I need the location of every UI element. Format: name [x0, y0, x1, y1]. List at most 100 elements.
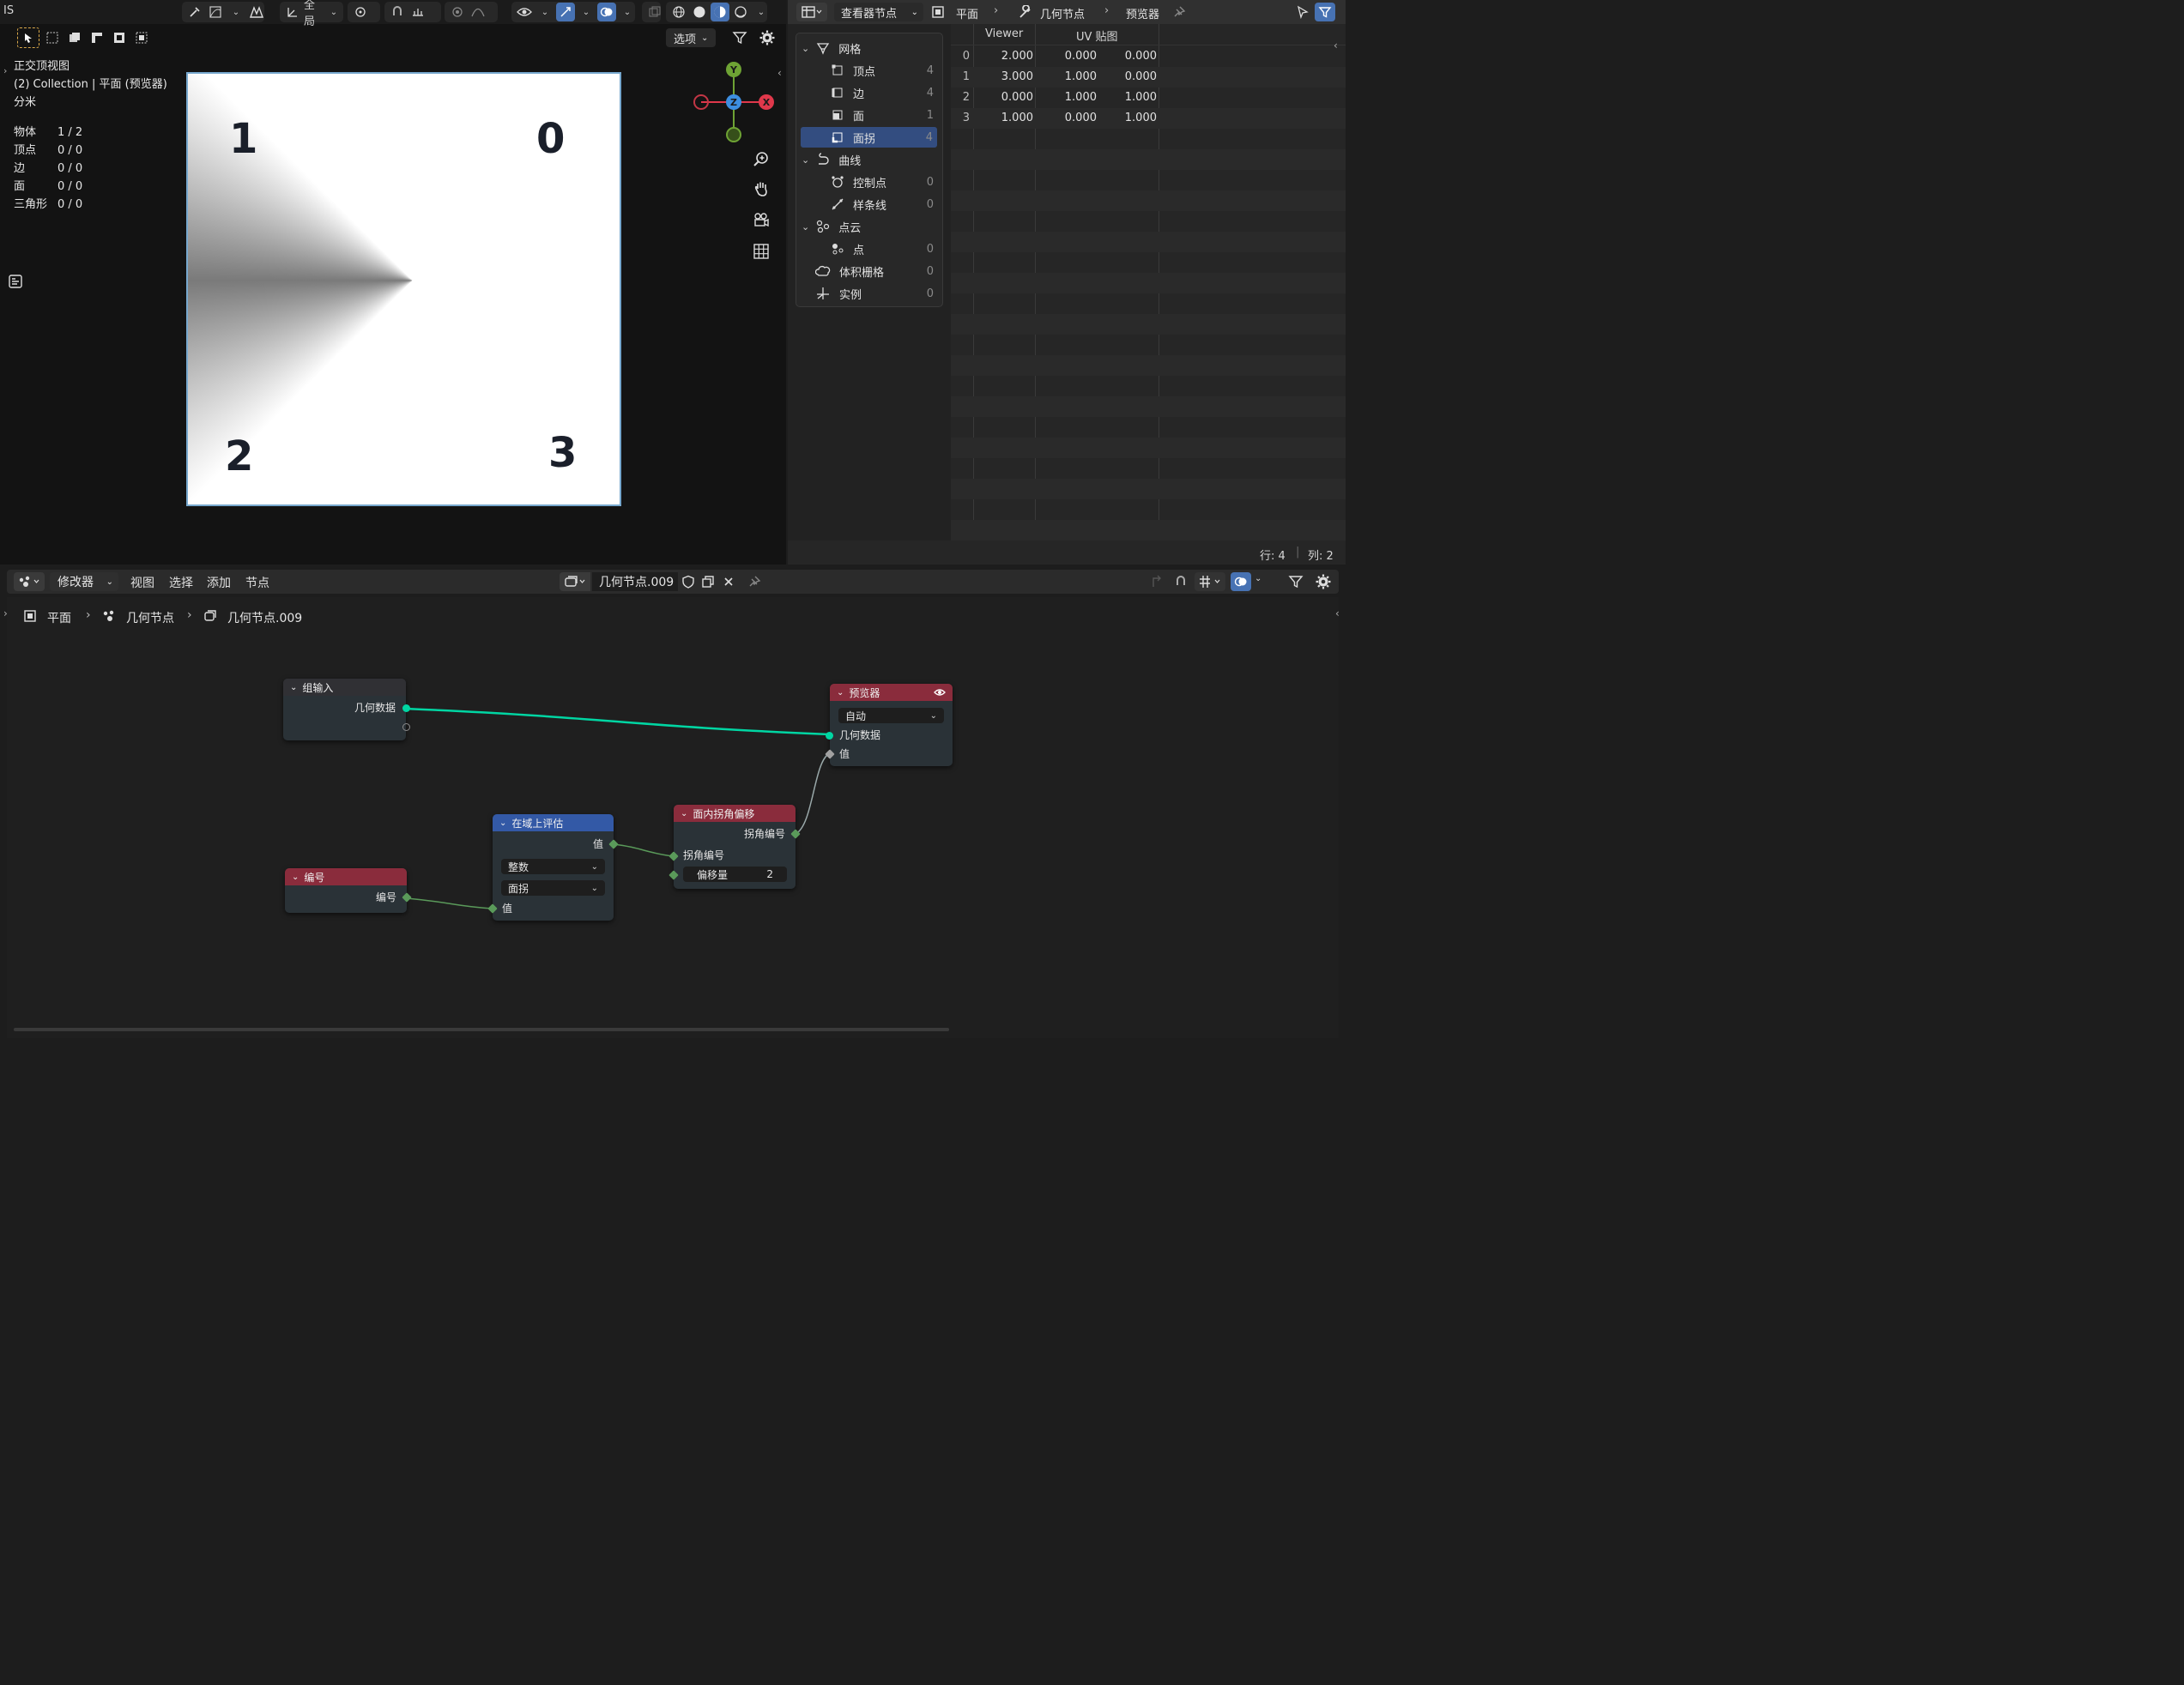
collapse-arrow-icon[interactable]: ‹: [1334, 39, 1338, 51]
ortho-grid-icon[interactable]: [752, 242, 771, 261]
node-evaluate-on-domain[interactable]: ⌄ 在域上评估 值 整数 ⌄ 面拐 ⌄ 值: [487, 814, 619, 921]
node-header[interactable]: ⌄ 在域上评估: [493, 814, 614, 831]
plane-mesh-preview[interactable]: 1 0 2 3: [186, 72, 621, 506]
chevron-down-icon[interactable]: ⌄: [618, 3, 637, 21]
camera-view-icon[interactable]: [752, 210, 771, 229]
filter-icon[interactable]: [1315, 3, 1335, 21]
editor-type-icon[interactable]: [796, 3, 827, 21]
horizontal-scrollbar[interactable]: [14, 1028, 949, 1031]
column-header[interactable]: UV 贴图: [1076, 27, 1118, 44]
domain-dropdown[interactable]: 面拐 ⌄: [501, 880, 605, 896]
select-subtract-icon[interactable]: [88, 27, 106, 48]
falloff-curve-icon[interactable]: [469, 3, 487, 21]
parent-node-tree-icon[interactable]: [1148, 573, 1165, 590]
shading-group[interactable]: ⌄: [666, 2, 767, 22]
eye-icon[interactable]: [934, 687, 946, 698]
visibility-group[interactable]: ⌄ ⌄ ⌄: [511, 2, 635, 22]
transform-orientation[interactable]: 全局 ⌄: [280, 0, 343, 28]
display-mode-dropdown[interactable]: 查看器节点 ⌄: [834, 3, 923, 21]
geometry-input-socket[interactable]: [826, 732, 833, 740]
node-editor[interactable]: 修改器 ⌄ 视图 选择 添加 节点 几何节点.009 ⌄ › 平面 › 几何节点…: [0, 566, 1346, 1038]
chevron-down-icon[interactable]: ⌄: [577, 3, 596, 21]
node-header[interactable]: ⌄ 组输入: [283, 679, 406, 696]
editor-type-icon[interactable]: [14, 572, 45, 591]
pan-hand-icon[interactable]: [752, 179, 771, 198]
rendered-shading-icon[interactable]: [731, 3, 750, 21]
tree-item-pointcloud[interactable]: ⌄ 点云: [796, 216, 942, 237]
node-header[interactable]: ⌄ 编号: [285, 868, 407, 885]
select-invert-icon[interactable]: [110, 27, 129, 48]
tree-item-mesh[interactable]: ⌄ 网格: [796, 38, 942, 58]
domain-dropdown[interactable]: 自动 ⌄: [838, 708, 944, 723]
tree-item-volume-grid[interactable]: 体积栅格 0: [796, 261, 942, 281]
duplicate-icon[interactable]: [699, 573, 717, 590]
chevron-down-icon[interactable]: ⌄: [681, 809, 687, 818]
node-header[interactable]: ⌄ 面内拐角偏移: [674, 805, 796, 822]
node-canvas[interactable]: › 平面 › 几何节点 › 几何节点.009 ‹ ⌄ 组输入 几何数据 ⌄ 预览…: [3, 597, 1340, 1038]
chevron-down-icon[interactable]: ⌄: [1255, 574, 1261, 583]
magnet-icon[interactable]: [388, 3, 407, 21]
node-viewer[interactable]: ⌄ 预览器 自动 ⌄ 几何数据 值: [825, 684, 953, 766]
overlay-toggle-icon[interactable]: [597, 3, 616, 21]
scene-stats-icon[interactable]: [7, 273, 24, 290]
chevron-down-icon[interactable]: ⌄: [499, 818, 506, 828]
chevron-down-icon[interactable]: ⌄: [227, 3, 245, 21]
xray-toggle[interactable]: [642, 2, 661, 22]
fake-user-shield-icon[interactable]: [680, 573, 697, 590]
navigation-gizmo[interactable]: Y X Z: [687, 57, 781, 151]
solid-shading-icon[interactable]: [690, 3, 709, 21]
pin-icon[interactable]: [746, 573, 763, 590]
data-type-dropdown[interactable]: 整数 ⌄: [501, 859, 605, 874]
wireframe-shading-icon[interactable]: [669, 3, 688, 21]
3d-viewport[interactable]: IS ⌄ 全局 ⌄ ⌄ ⌄ ⌄ ⌄ 选项 ⌄ 正交顶视图 (2) Collect…: [0, 0, 786, 565]
eyedropper-icon[interactable]: [185, 3, 204, 21]
column-header[interactable]: Viewer: [985, 27, 1023, 40]
gizmo-toggle-icon[interactable]: [556, 3, 575, 21]
pin-icon[interactable]: [1171, 4, 1187, 20]
tree-item-vertex[interactable]: 顶点 4: [796, 60, 942, 81]
tree-item-spline[interactable]: 样条线 0: [796, 194, 942, 214]
snap-grid-icon[interactable]: [1195, 572, 1225, 591]
options-dropdown[interactable]: 选项 ⌄: [666, 28, 716, 47]
empty-output-socket[interactable]: [402, 723, 410, 731]
select-intersect-icon[interactable]: [132, 27, 151, 48]
gear-icon[interactable]: [1315, 573, 1332, 590]
filter-icon[interactable]: [731, 29, 748, 46]
select-new-icon[interactable]: [43, 27, 62, 48]
pivot-point[interactable]: [348, 2, 380, 22]
chevron-down-icon[interactable]: ⌄: [535, 3, 554, 21]
xray-icon[interactable]: [645, 3, 664, 21]
selection-filter-icon[interactable]: [1294, 4, 1311, 20]
node-group-input[interactable]: ⌄ 组输入 几何数据: [283, 679, 410, 740]
select-extend-icon[interactable]: [65, 27, 84, 48]
magnet-icon[interactable]: [1172, 573, 1189, 590]
node-group-name-field[interactable]: 几何节点.009: [592, 572, 678, 591]
tree-item-curve[interactable]: ⌄ 曲线: [796, 149, 942, 170]
tree-item-point[interactable]: 点 0: [796, 239, 942, 259]
menu-node[interactable]: 节点: [245, 574, 269, 591]
tree-item-face-corner[interactable]: 面拐 4: [801, 127, 937, 148]
zoom-icon[interactable]: [752, 149, 771, 168]
snapping-group[interactable]: [384, 2, 441, 22]
geometry-output-socket[interactable]: [402, 704, 410, 712]
node-offset-corner-in-face[interactable]: ⌄ 面内拐角偏移 拐角编号 拐角编号 偏移量 2: [669, 805, 801, 889]
node-tree-browse-icon[interactable]: [560, 572, 590, 591]
node-index[interactable]: ⌄ 编号 编号: [285, 868, 412, 913]
expand-arrow-icon[interactable]: ›: [3, 65, 7, 76]
offset-field[interactable]: 偏移量 2: [683, 867, 787, 882]
editor-mode-dropdown[interactable]: 修改器 ⌄: [50, 572, 118, 591]
collapse-arrow-icon[interactable]: ‹: [777, 67, 782, 79]
mesh-snap-icon[interactable]: [247, 3, 266, 21]
proportional-edit-icon[interactable]: [448, 3, 467, 21]
snap-increment-icon[interactable]: [408, 3, 427, 21]
proportional-edit-group[interactable]: [445, 2, 498, 22]
gear-icon[interactable]: [759, 29, 776, 46]
chevron-down-icon[interactable]: ⌄: [752, 3, 771, 21]
overlay-toggle-icon[interactable]: [1231, 572, 1251, 591]
tree-item-instances[interactable]: 实例 0: [796, 283, 942, 304]
chevron-down-icon[interactable]: ⌄: [290, 683, 297, 692]
tree-item-edge[interactable]: 边 4: [796, 82, 942, 103]
select-box-tool-icon[interactable]: [17, 27, 39, 48]
menu-select[interactable]: 选择: [169, 574, 193, 591]
close-icon[interactable]: [720, 573, 737, 590]
